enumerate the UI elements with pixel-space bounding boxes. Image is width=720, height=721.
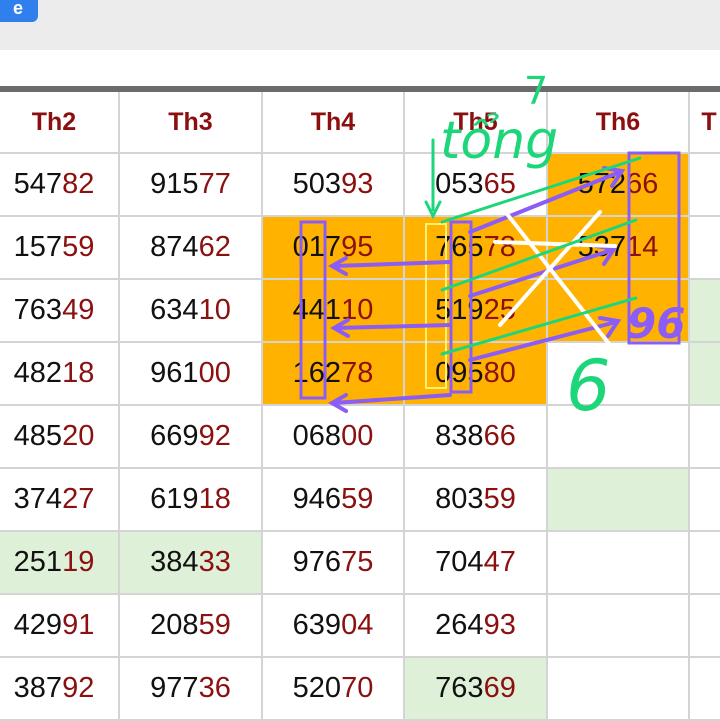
handwritten-annotation-layer: tổng 7 96 6 [299,69,685,427]
white-line-2 [498,210,602,327]
annotation-96: 96 [627,299,685,348]
arrow-left-2 [334,323,452,330]
annotation-box-th4 [299,220,327,400]
annotation-box-yellow [425,223,447,389]
white-line-1 [498,203,612,347]
arrow-left-3 [332,393,452,405]
white-line-3 [493,240,617,248]
arrow-right-1 [468,170,622,234]
annotation-6: 6 [566,345,611,427]
arrow-left-1 [332,260,452,268]
annotation-box-th5 [449,220,473,394]
annotation-mark: 7 [524,69,548,113]
annotation-word: tổng [440,111,558,171]
